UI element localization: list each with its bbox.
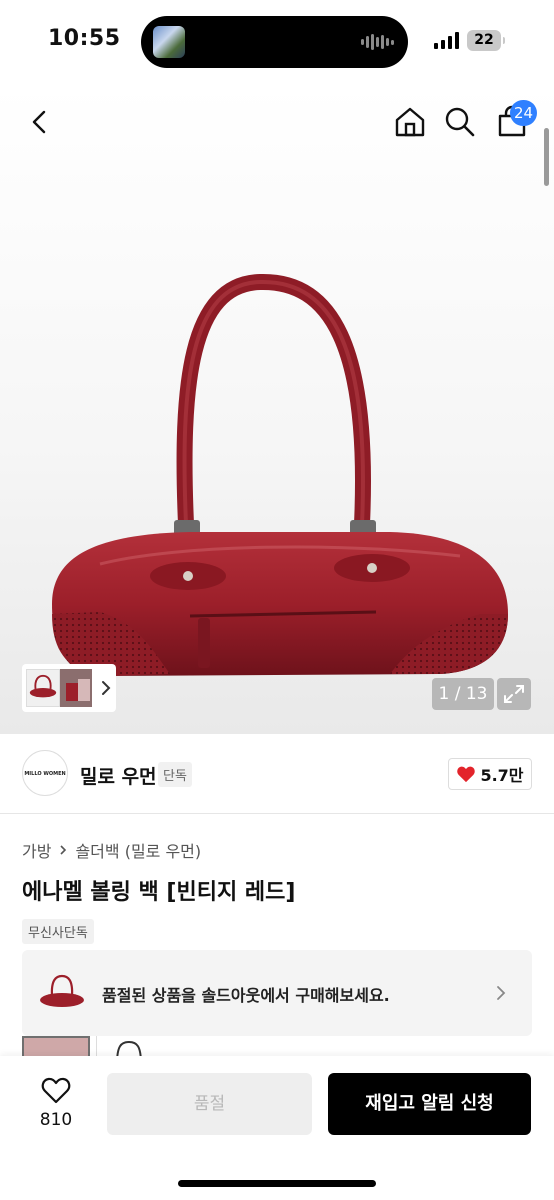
expand-icon[interactable] <box>497 678 531 710</box>
battery-icon: 22 <box>467 30 505 51</box>
soldout-banner[interactable]: 품절된 상품을 솔드아웃에서 구매해보세요. <box>22 950 532 1036</box>
brand-logo[interactable]: MILLO WOMEN <box>22 750 68 796</box>
soldout-banner-text: 품절된 상품을 솔드아웃에서 구매해보세요. <box>102 986 390 1005</box>
product-title: 에나멜 볼링 백 [빈티지 레드] <box>22 880 296 905</box>
scrollbar[interactable] <box>544 128 549 186</box>
restock-alert-button[interactable]: 재입고 알림 신청 <box>328 1073 531 1135</box>
audio-wave-icon <box>361 33 394 51</box>
chevron-right-icon <box>497 986 506 1000</box>
thumbnail-1[interactable] <box>26 669 60 707</box>
soldout-button: 품절 <box>107 1073 312 1135</box>
image-counter: 1 / 13 <box>432 678 494 710</box>
heart-outline-icon <box>41 1077 71 1104</box>
search-icon[interactable] <box>442 104 478 140</box>
brand-exclusive-tag: 단독 <box>158 762 192 787</box>
soldout-product-thumbnail <box>40 974 84 1007</box>
breadcrumb: 가방 숄더백 (밀로 우먼) <box>22 838 201 862</box>
cart-count-badge: 24 <box>510 100 538 126</box>
thumbnail-strip[interactable] <box>22 664 116 712</box>
brand-like-button[interactable]: 5.7만 <box>448 758 532 790</box>
brand-like-count: 5.7만 <box>480 766 524 785</box>
chevron-right-icon[interactable] <box>96 678 116 698</box>
thumbnail-2[interactable] <box>60 669 92 707</box>
home-icon[interactable] <box>392 104 428 140</box>
back-icon[interactable] <box>24 106 56 138</box>
wishlist-button[interactable]: 810 <box>38 1076 74 1130</box>
now-playing-artwork <box>153 26 185 58</box>
bottom-action-bar: 810 품절 재입고 알림 신청 <box>0 1056 554 1200</box>
brand-name[interactable]: 밀로 우먼 <box>80 762 157 789</box>
home-indicator[interactable] <box>178 1180 376 1187</box>
product-image-gallery[interactable]: 1 / 13 <box>0 84 554 734</box>
option-thumbnail-selected[interactable] <box>22 1036 90 1056</box>
breadcrumb-category[interactable]: 가방 <box>22 838 51 862</box>
product-photo <box>52 273 508 676</box>
exclusive-badge: 무신사단독 <box>22 919 94 944</box>
signal-icon <box>434 32 459 49</box>
status-time: 10:55 <box>48 26 121 51</box>
heart-filled-icon <box>457 766 476 783</box>
option-thumbnails <box>22 1036 162 1056</box>
status-bar: 10:55 22 <box>0 0 554 84</box>
chevron-right-icon <box>60 845 67 855</box>
brand-row: MILLO WOMEN 밀로 우먼 단독 5.7만 <box>0 734 554 814</box>
option-thumbnail[interactable] <box>96 1036 160 1056</box>
dynamic-island <box>141 16 408 68</box>
wishlist-count: 810 <box>39 1110 73 1130</box>
breadcrumb-subcategory[interactable]: 숄더백 (밀로 우먼) <box>75 838 201 862</box>
